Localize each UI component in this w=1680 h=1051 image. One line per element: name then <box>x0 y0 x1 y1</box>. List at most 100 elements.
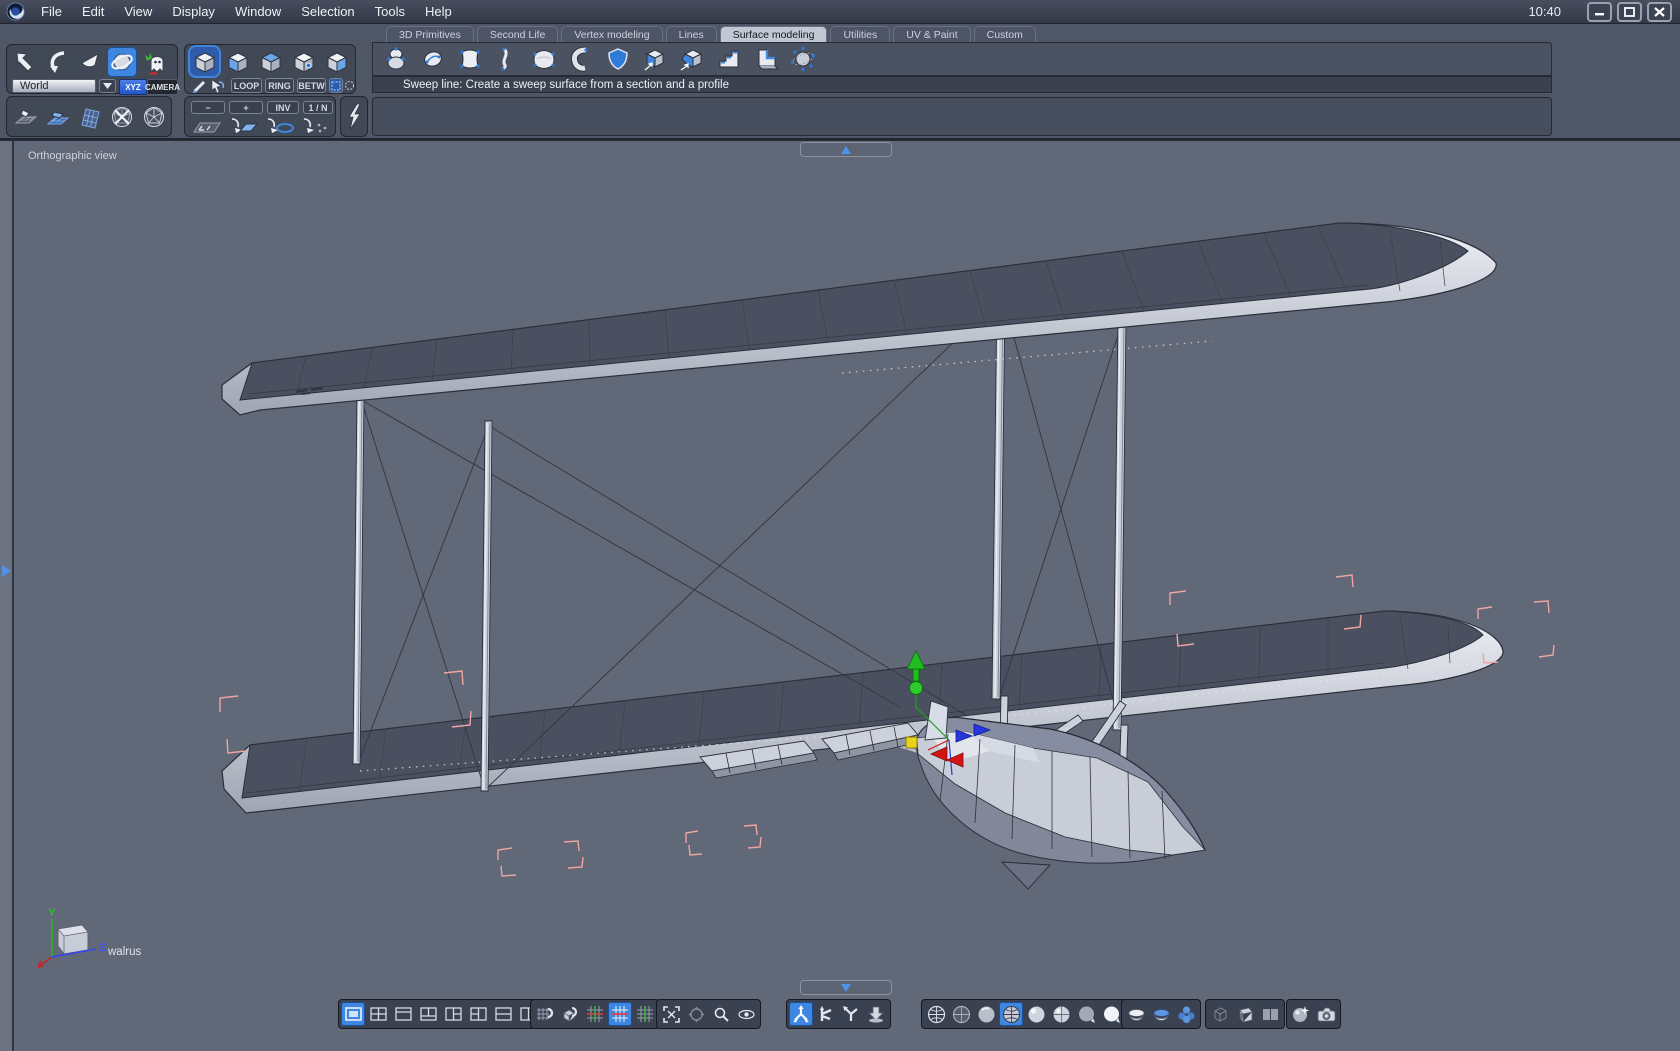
circle-marquee-button[interactable] <box>344 78 355 93</box>
menu-display[interactable]: Display <box>162 0 225 23</box>
bottom-panel-collapse-handle[interactable] <box>800 980 892 995</box>
flat-shading-button[interactable] <box>974 1002 998 1026</box>
wire-sphere-button[interactable] <box>139 102 169 132</box>
world-selector-dropdown-button[interactable] <box>99 79 116 93</box>
rect-marquee-button[interactable] <box>329 78 343 93</box>
bottom-wing[interactable] <box>221 610 1504 814</box>
grid-magnet-button[interactable] <box>533 1002 557 1026</box>
minimize-button[interactable] <box>1587 1 1612 22</box>
menu-file[interactable]: File <box>31 0 72 23</box>
hemisphere-smooth-button[interactable] <box>1149 1002 1173 1026</box>
stairs-sweep-button[interactable] <box>714 44 744 74</box>
select-grid-button[interactable] <box>190 117 224 140</box>
profile-curve-button[interactable] <box>492 44 522 74</box>
close-button[interactable] <box>1647 1 1672 22</box>
bent-tube-button[interactable] <box>566 44 596 74</box>
coons-patch-button[interactable] <box>529 44 559 74</box>
redo-curve-button[interactable] <box>43 47 73 77</box>
bright-shading-button[interactable] <box>1099 1002 1123 1026</box>
hidden-wire-shading-button[interactable] <box>949 1002 973 1026</box>
dynamic-geometry-button[interactable] <box>342 102 366 132</box>
object-magnet-button[interactable] <box>558 1002 582 1026</box>
ring-button[interactable]: RING <box>265 78 294 93</box>
tab-3d-primitives[interactable]: 3D Primitives <box>386 26 474 42</box>
drop-manipulator-button[interactable] <box>864 1002 888 1026</box>
panel-expand-arrow-icon[interactable] <box>2 565 11 577</box>
tab-lines[interactable]: Lines <box>665 26 717 42</box>
select-face-button[interactable] <box>226 117 260 140</box>
world-selector[interactable]: World <box>12 79 96 93</box>
point-mode-button[interactable] <box>289 47 318 76</box>
viewport-canvas[interactable]: Y Z walrus <box>0 141 1680 1051</box>
menu-help[interactable]: Help <box>415 0 462 23</box>
xyz-mode-button[interactable]: XYZ <box>119 79 147 95</box>
sphere-manipulator-button[interactable] <box>107 47 137 77</box>
symmetry-x-button[interactable] <box>608 1002 632 1026</box>
tab-second-life[interactable]: Second Life <box>476 26 559 42</box>
ghost-dynamic-button[interactable] <box>139 47 171 77</box>
tab-custom[interactable]: Custom <box>973 26 1036 42</box>
layout-one-left-two-right-button[interactable] <box>441 1002 465 1026</box>
matte-shading-button[interactable] <box>1074 1002 1098 1026</box>
viewport[interactable]: Orthographic view Y Z walrus <box>0 140 1680 1051</box>
wireframe-shading-button[interactable] <box>924 1002 948 1026</box>
smooth-shading-button[interactable] <box>1024 1002 1048 1026</box>
face-mode-button[interactable] <box>223 47 252 76</box>
universal-manipulator-button[interactable] <box>789 1002 813 1026</box>
fit-view-button[interactable] <box>659 1002 683 1026</box>
camera-mode-button[interactable]: CAMERA <box>145 79 180 95</box>
tab-uv-paint[interactable]: UV & Paint <box>893 26 971 42</box>
select-loop-button[interactable] <box>262 117 296 140</box>
menu-selection[interactable]: Selection <box>291 0 364 23</box>
pan-view-button[interactable] <box>684 1002 708 1026</box>
menu-tools[interactable]: Tools <box>365 0 415 23</box>
tab-surface-modeling[interactable]: Surface modeling <box>719 26 828 42</box>
thickness-solid-button[interactable] <box>751 44 781 74</box>
menu-edit[interactable]: Edit <box>72 0 114 23</box>
curve-capsule-button[interactable] <box>418 44 448 74</box>
ground-plane-blue-button[interactable] <box>43 102 73 132</box>
layout-single-view-button[interactable] <box>341 1002 365 1026</box>
tab-vertex-modeling[interactable]: Vertex modeling <box>561 26 663 42</box>
layout-split-top-button[interactable] <box>391 1002 415 1026</box>
smooth-wireframe-shading-button[interactable] <box>1049 1002 1073 1026</box>
material-sphere-button[interactable] <box>1289 1002 1313 1026</box>
menu-window[interactable]: Window <box>225 0 291 23</box>
grow-selection-button[interactable]: + <box>229 101 263 114</box>
flat-wireframe-shading-button[interactable] <box>999 1002 1023 1026</box>
sweep-line-button[interactable] <box>677 44 707 74</box>
maximize-button[interactable] <box>1617 1 1642 22</box>
hemisphere-button[interactable] <box>1124 1002 1148 1026</box>
element-mode-button[interactable] <box>322 47 351 76</box>
one-n-selection-button[interactable]: 1 / N <box>303 101 333 114</box>
menu-view[interactable]: View <box>114 0 162 23</box>
invert-selection-button[interactable]: INV <box>267 101 299 114</box>
object-mode-button[interactable] <box>190 47 219 76</box>
cone-tool-button[interactable] <box>75 47 105 77</box>
render-camera-button[interactable] <box>1314 1002 1338 1026</box>
top-panel-collapse-handle[interactable] <box>800 142 892 157</box>
symmetry-axes-button[interactable] <box>583 1002 607 1026</box>
move-manipulator-button[interactable] <box>814 1002 838 1026</box>
rotate-manipulator-button[interactable] <box>839 1002 863 1026</box>
grid-panel-button[interactable] <box>75 102 105 132</box>
surface-four-points-button[interactable] <box>455 44 485 74</box>
wire-sphere-x-button[interactable] <box>107 102 137 132</box>
tube-button[interactable] <box>1233 1002 1257 1026</box>
zoom-view-button[interactable] <box>709 1002 733 1026</box>
layout-split-bottom-button[interactable] <box>416 1002 440 1026</box>
layout-four-views-button[interactable] <box>366 1002 390 1026</box>
betw-button[interactable]: BETW <box>297 78 326 93</box>
select-points-button[interactable] <box>298 117 332 140</box>
symmetry-z-button[interactable] <box>633 1002 657 1026</box>
ruled-surface-button[interactable] <box>603 44 633 74</box>
edge-mode-button[interactable] <box>256 47 285 76</box>
smooth-orbit-button[interactable] <box>788 44 818 74</box>
sphere-cluster-button[interactable] <box>1174 1002 1198 1026</box>
double-panel-button[interactable] <box>1258 1002 1282 1026</box>
tab-utilities[interactable]: Utilities <box>830 26 891 42</box>
ground-object-button[interactable] <box>11 102 41 132</box>
undo-arrow-button[interactable] <box>11 47 41 77</box>
layout-two-rows-button[interactable] <box>491 1002 515 1026</box>
shrink-selection-button[interactable]: − <box>191 101 225 114</box>
